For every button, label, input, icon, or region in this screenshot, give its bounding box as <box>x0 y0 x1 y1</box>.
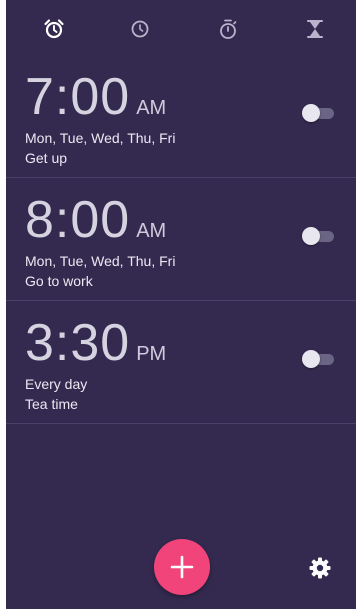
plus-icon <box>170 555 194 579</box>
alarm-time-value: 7:00 <box>25 68 131 126</box>
alarm-time-value: 3:30 <box>25 314 131 372</box>
alarm-label: Tea time <box>25 396 78 412</box>
alarm-toggle-thumb <box>302 104 320 122</box>
alarm-toggle-thumb <box>302 350 320 368</box>
alarm-time: 3:30 PM <box>25 313 166 373</box>
stopwatch-icon <box>220 19 237 39</box>
alarm-toggle[interactable] <box>302 227 334 245</box>
alarm-time-value: 8:00 <box>25 191 131 249</box>
alarm-toggle[interactable] <box>302 104 334 122</box>
alarm-item[interactable]: 8:00 AM Mon, Tue, Wed, Thu, Fri Go to wor… <box>6 178 356 301</box>
alarm-item[interactable]: 3:30 PM Every day Tea time <box>6 301 356 424</box>
alarm-time-period: AM <box>136 97 167 119</box>
alarm-time-period: PM <box>136 343 167 365</box>
alarm-label: Get up <box>25 150 68 166</box>
gear-icon <box>309 557 331 579</box>
settings-button[interactable] <box>306 554 334 582</box>
clock-icon <box>131 20 149 38</box>
alarm-repeat-days: Every day <box>25 376 88 392</box>
alarm-time: 7:00 AM <box>25 67 166 127</box>
alarm-toggle-thumb <box>302 227 320 245</box>
alarm-clock-icon <box>44 19 64 39</box>
tab-stopwatch[interactable] <box>213 14 243 44</box>
alarm-repeat-days: Mon, Tue, Wed, Thu, Fri <box>25 253 176 269</box>
tab-timer[interactable] <box>300 14 330 44</box>
alarm-item[interactable]: 7:00 AM Mon, Tue, Wed, Thu, Fri Get up <box>6 55 356 178</box>
tab-bar <box>6 0 356 62</box>
add-alarm-button[interactable] <box>154 539 210 595</box>
tab-clock[interactable] <box>125 14 155 44</box>
alarm-screen: 7:00 AM Mon, Tue, Wed, Thu, Fri Get up 8:… <box>6 0 356 609</box>
tab-alarm[interactable] <box>39 14 69 44</box>
alarm-time-period: AM <box>136 220 167 242</box>
alarm-repeat-days: Mon, Tue, Wed, Thu, Fri <box>25 130 176 146</box>
alarm-label: Go to work <box>25 273 93 289</box>
hourglass-timer-icon <box>307 20 323 38</box>
alarm-toggle[interactable] <box>302 350 334 368</box>
alarm-time: 8:00 AM <box>25 190 166 250</box>
